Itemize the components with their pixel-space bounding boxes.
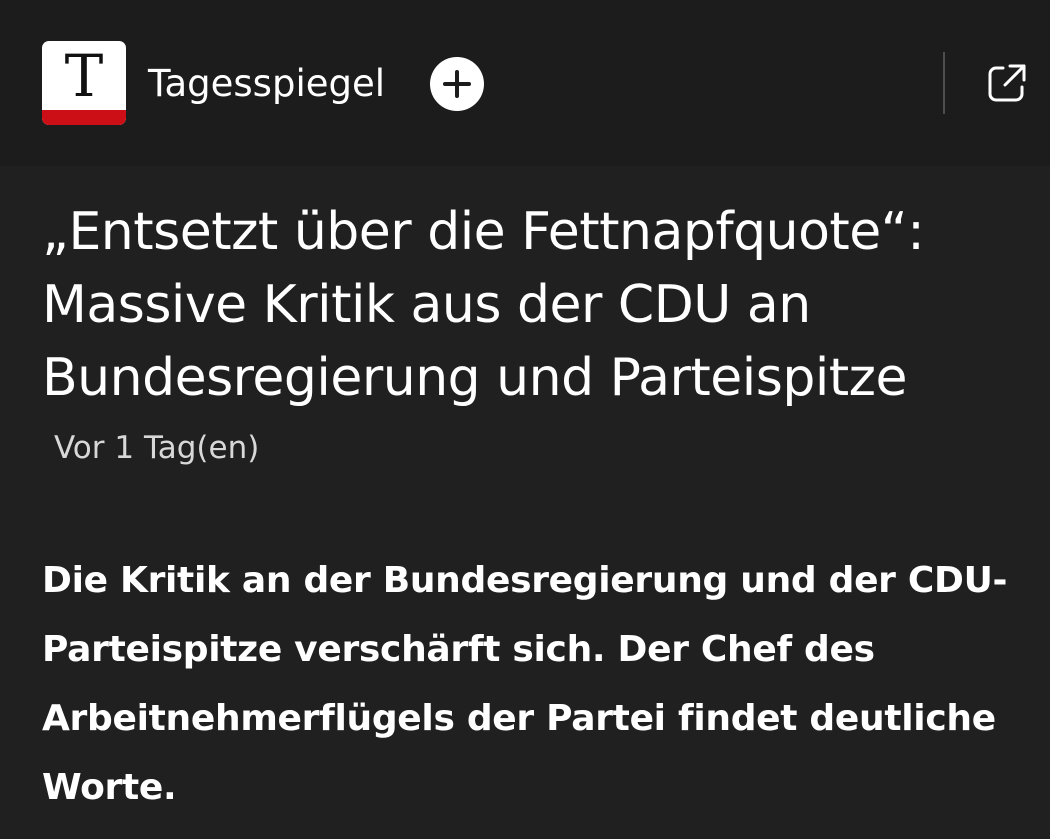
follow-source-button[interactable]: [430, 57, 484, 111]
logo-stripe: [42, 110, 126, 125]
header-divider: [943, 52, 945, 114]
open-external-icon: [988, 64, 1026, 102]
article-timestamp: Vor 1 Tag(en): [54, 430, 260, 466]
source-logo[interactable]: T: [42, 41, 126, 125]
open-in-browser-button[interactable]: [982, 58, 1032, 108]
article-headline[interactable]: „Entsetzt über die Fettnapfquote“: Massi…: [42, 196, 1042, 415]
source-name[interactable]: Tagesspiegel: [148, 61, 385, 107]
logo-letter: T: [64, 42, 104, 110]
plus-icon: [443, 70, 471, 98]
source-header: T Tagesspiegel: [0, 0, 1050, 166]
article-summary: Die Kritik an der Bundesregierung und de…: [42, 560, 1008, 808]
